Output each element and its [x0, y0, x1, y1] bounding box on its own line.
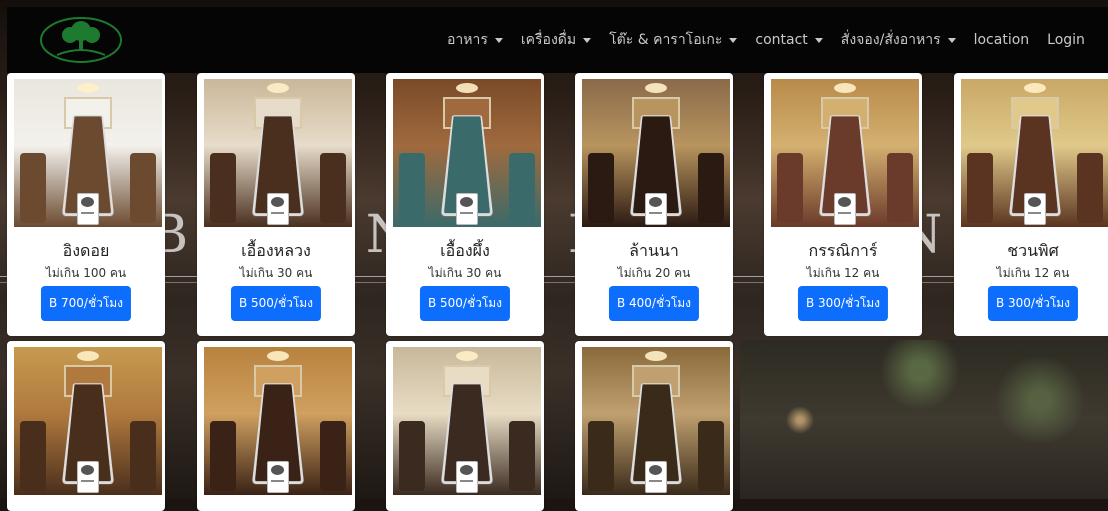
nav-item-6[interactable]: Login	[1047, 32, 1085, 48]
navbar: อาหาร เครื่องดื่ม โต๊ะ & คาราโอเกะ contact ส…	[7, 7, 1108, 73]
nav-item-label: เครื่องดื่ม	[520, 32, 577, 48]
room-logo-icon	[456, 461, 478, 493]
nav-item-3[interactable]: contact	[755, 32, 823, 48]
room-card: เอื้องหลวงไม่เกิน 30 คน B 500/ชั่วโมง	[197, 73, 355, 336]
background-garden	[740, 340, 1108, 499]
room-card	[197, 341, 355, 511]
price-button[interactable]: B 300/ชั่วโมง	[987, 286, 1079, 321]
price-button[interactable]: B 300/ชั่วโมง	[797, 286, 889, 321]
nav-item-0[interactable]: อาหาร	[447, 29, 503, 51]
room-photo	[204, 79, 352, 227]
room-card: ล้านนาไม่เกิน 20 คน B 400/ชั่วโมง	[575, 73, 733, 336]
chevron-down-icon	[814, 37, 823, 43]
nav-item-label: contact	[755, 32, 808, 48]
room-logo-icon	[77, 461, 99, 493]
room-capacity: ไม่เกิน 12 คน	[996, 266, 1070, 280]
room-name: อิงดอย	[62, 241, 110, 260]
room-logo-icon	[267, 193, 289, 225]
chevron-down-icon	[947, 37, 956, 43]
room-capacity: ไม่เกิน 100 คน	[45, 266, 127, 280]
room-photo	[14, 347, 162, 495]
room-photo	[14, 79, 162, 227]
background-divider	[0, 282, 1108, 283]
room-photo	[204, 347, 352, 495]
room-photo	[961, 79, 1108, 227]
room-capacity: ไม่เกิน 30 คน	[428, 266, 502, 280]
room-capacity: ไม่เกิน 12 คน	[806, 266, 880, 280]
room-capacity: ไม่เกิน 20 คน	[617, 266, 691, 280]
nav-item-4[interactable]: สั่งจอง/สั่งอาหาร	[841, 29, 956, 51]
room-card: อิงดอยไม่เกิน 100 คน B 700/ชั่วโมง	[7, 73, 165, 336]
nav-item-label: อาหาร	[447, 32, 488, 48]
nav-item-label: location	[973, 32, 1030, 48]
room-name: เอื้องผึ้ง	[440, 241, 490, 260]
nav-item-5[interactable]: location	[974, 32, 1030, 48]
room-name: ชวนพิศ	[1007, 241, 1059, 260]
nav-item-label: Login	[1047, 32, 1085, 48]
room-photo	[393, 79, 541, 227]
nav-item-label: โต๊ะ & คาราโอเกะ	[609, 32, 723, 48]
room-logo-icon	[645, 461, 667, 493]
room-photo	[582, 347, 730, 495]
room-logo-icon	[77, 193, 99, 225]
price-button[interactable]: B 500/ชั่วโมง	[419, 286, 511, 321]
main-menu: อาหาร เครื่องดื่ม โต๊ะ & คาราโอเกะ contact ส…	[447, 7, 1103, 73]
price-button[interactable]: B 700/ชั่วโมง	[40, 286, 132, 321]
room-logo-icon	[645, 193, 667, 225]
room-card: กรรณิการ์ไม่เกิน 12 คน B 300/ชั่วโมง	[764, 73, 922, 336]
room-logo-icon	[1024, 193, 1046, 225]
room-photo	[582, 79, 730, 227]
price-button[interactable]: B 500/ชั่วโมง	[230, 286, 322, 321]
nav-item-2[interactable]: โต๊ะ & คาราโอเกะ	[609, 29, 738, 51]
room-name: เอื้องหลวง	[241, 241, 311, 260]
room-name: กรรณิการ์	[808, 241, 878, 260]
room-logo-icon	[267, 461, 289, 493]
room-photo	[393, 347, 541, 495]
nav-item-1[interactable]: เครื่องดื่ม	[520, 29, 592, 51]
nav-item-label: สั่งจอง/สั่งอาหาร	[840, 32, 941, 48]
chevron-down-icon	[729, 37, 738, 43]
room-card: ชวนพิศไม่เกิน 12 คน B 300/ชั่วโมง	[954, 73, 1108, 336]
room-card	[575, 341, 733, 511]
room-logo-icon	[456, 193, 478, 225]
room-card: เอื้องผึ้งไม่เกิน 30 คน B 500/ชั่วโมง	[386, 73, 544, 336]
chevron-down-icon	[583, 37, 592, 43]
tree-logo-icon[interactable]	[37, 15, 125, 65]
chevron-down-icon	[494, 37, 503, 43]
room-capacity: ไม่เกิน 30 คน	[239, 266, 313, 280]
room-logo-icon	[834, 193, 856, 225]
background-divider	[0, 276, 1108, 277]
price-button[interactable]: B 400/ชั่วโมง	[608, 286, 700, 321]
room-card	[7, 341, 165, 511]
room-photo	[771, 79, 919, 227]
room-name: ล้านนา	[629, 241, 679, 260]
room-card	[386, 341, 544, 511]
